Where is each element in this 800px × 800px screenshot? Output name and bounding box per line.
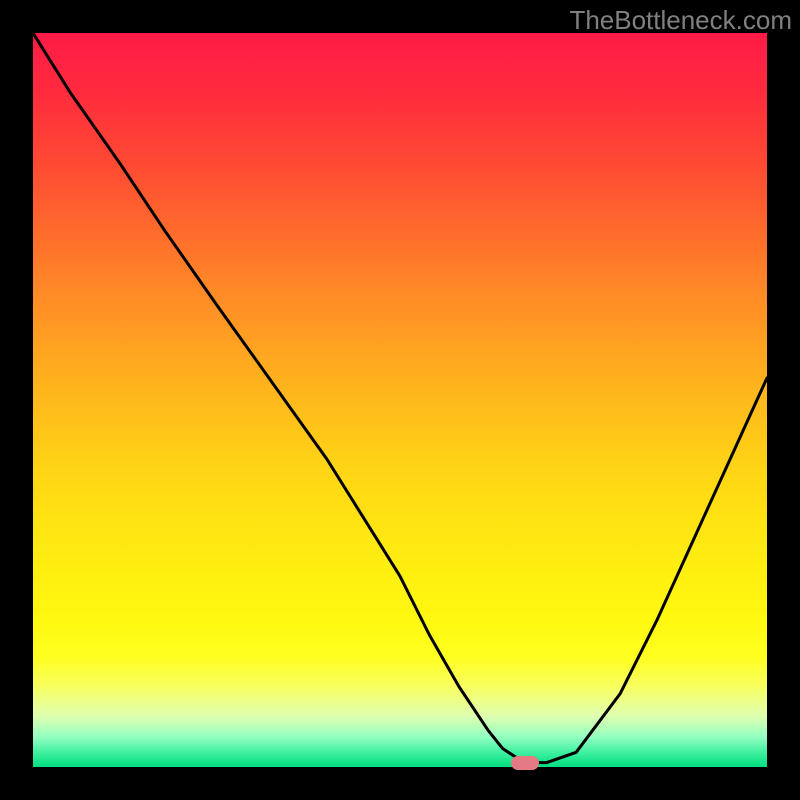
plot-area bbox=[33, 33, 767, 767]
watermark-text: TheBottleneck.com bbox=[569, 5, 792, 36]
bottleneck-curve bbox=[33, 33, 767, 763]
chart-container: TheBottleneck.com bbox=[0, 0, 800, 800]
curve-svg bbox=[33, 33, 767, 767]
marker-point bbox=[511, 756, 539, 770]
